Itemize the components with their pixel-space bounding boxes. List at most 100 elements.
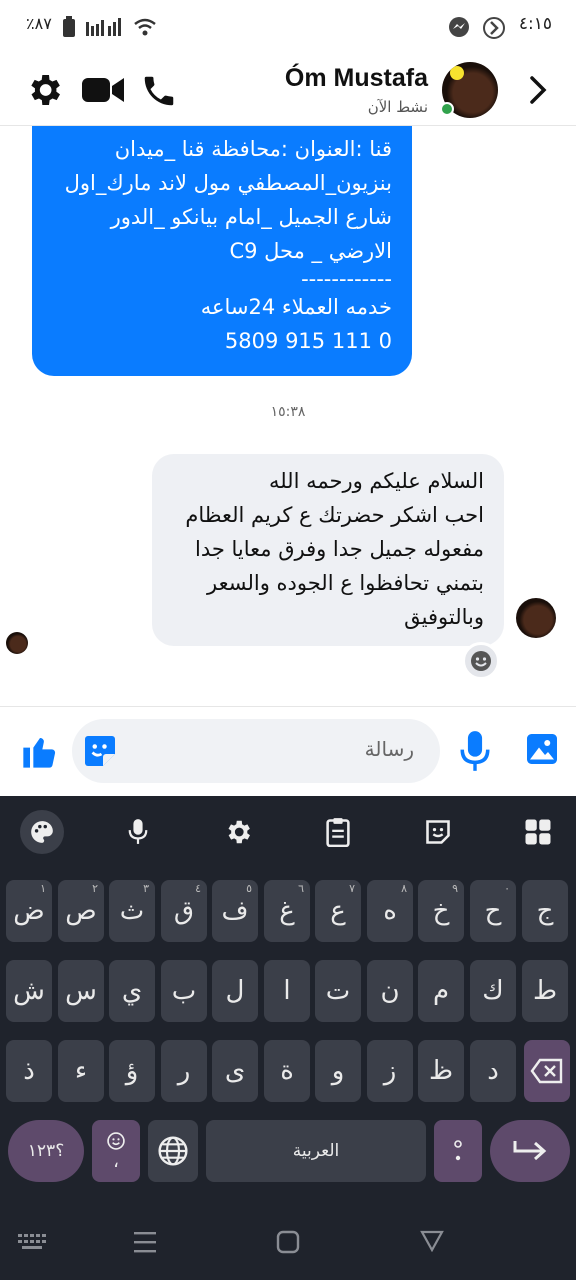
sticker-emoji-icon[interactable] xyxy=(416,810,460,854)
home-icon[interactable] xyxy=(276,1230,300,1254)
key[interactable]: ش xyxy=(6,960,52,1022)
space-bar[interactable]: العربية xyxy=(206,1120,426,1182)
key[interactable]: ٩خ xyxy=(418,880,464,942)
message-line: 0 111 915 5809 xyxy=(224,329,392,353)
received-message-bubble[interactable]: السلام عليكم ورحمه الله احب اشكر حضرتك ع… xyxy=(152,454,504,646)
keyboard-toolbar xyxy=(0,796,576,868)
message-line: خدمه العملاء 24ساعه xyxy=(200,295,392,319)
phone-call-icon[interactable] xyxy=(140,72,178,110)
emoji-comma-key[interactable]: ، xyxy=(92,1120,140,1182)
colon-period-icon xyxy=(454,1140,462,1161)
keyboard-settings-icon[interactable] xyxy=(216,810,260,854)
key[interactable]: ة xyxy=(264,1040,310,1102)
clock: ٤:١٥ xyxy=(518,14,552,34)
backspace-key[interactable] xyxy=(524,1040,570,1102)
symbols-key[interactable]: ؟١٢٣ xyxy=(8,1120,84,1182)
settings-gear-icon[interactable] xyxy=(24,70,64,110)
key[interactable]: ر xyxy=(161,1040,207,1102)
sync-icon xyxy=(483,17,505,39)
key[interactable]: ١ض xyxy=(6,880,52,942)
online-indicator xyxy=(440,102,454,116)
smiley-icon xyxy=(471,651,491,671)
key[interactable]: ن xyxy=(367,960,413,1022)
emoji-icon xyxy=(107,1131,125,1150)
message-line: شارع الجميل _امام بيانكو _الدور xyxy=(110,205,392,229)
key[interactable]: و xyxy=(315,1040,361,1102)
voice-input-icon[interactable] xyxy=(116,810,160,854)
key[interactable]: ا xyxy=(264,960,310,1022)
key[interactable]: م xyxy=(418,960,464,1022)
key[interactable]: ج xyxy=(522,880,568,942)
message-line: احب اشكر حضرتك ع كريم العظام xyxy=(185,503,484,527)
clipboard-icon[interactable] xyxy=(316,810,360,854)
gallery-image-icon[interactable] xyxy=(524,731,560,767)
messenger-notification-icon xyxy=(449,17,469,37)
key[interactable]: ء xyxy=(58,1040,104,1102)
key[interactable]: س xyxy=(58,960,104,1022)
apps-grid-icon[interactable] xyxy=(516,810,560,854)
message-composer: رسالة xyxy=(0,706,576,796)
backspace-icon xyxy=(530,1058,563,1084)
message-placeholder: رسالة xyxy=(364,737,414,761)
like-thumbs-up-icon[interactable] xyxy=(20,731,60,771)
key[interactable]: د xyxy=(470,1040,516,1102)
key[interactable]: ٦غ xyxy=(264,880,310,942)
key[interactable]: ٤ق xyxy=(161,880,207,942)
message-line: بنزيون_المصطفي مول لاند مارك_اول xyxy=(64,171,392,195)
message-line: وبالتوفيق xyxy=(404,605,484,629)
message-timestamp: ١٥:٣٨ xyxy=(270,404,306,420)
battery-level: ٪٨٧ xyxy=(26,14,52,33)
active-status: نشط الآن xyxy=(367,98,428,116)
soft-keyboard: ج ٠ح ٩خ ٨ه ٧ع ٦غ ٥ف ٤ق ٣ث ٢ص ١ض ط ك م ن … xyxy=(0,796,576,1280)
recent-apps-icon[interactable] xyxy=(134,1230,156,1254)
language-switch-key[interactable] xyxy=(148,1120,198,1182)
key[interactable]: ك xyxy=(470,960,516,1022)
conversation-header: Óm Mustafa نشط الآن xyxy=(0,56,576,126)
message-line: قنا :العنوان :محافظة قنا _ميدان xyxy=(114,137,392,161)
microphone-icon[interactable] xyxy=(458,729,492,773)
seen-receipt-avatar xyxy=(6,632,28,654)
key[interactable]: ٥ف xyxy=(212,880,258,942)
key[interactable]: ٢ص xyxy=(58,880,104,942)
video-call-icon[interactable] xyxy=(82,74,124,106)
back-icon[interactable] xyxy=(420,1230,444,1252)
enter-arrow-icon xyxy=(513,1141,547,1161)
battery-icon xyxy=(63,16,75,37)
sticker-icon[interactable] xyxy=(82,733,118,769)
contact-name[interactable]: Óm Mustafa xyxy=(285,64,428,93)
message-line: بتمني تحافظوا ع الجوده والسعر xyxy=(207,571,484,595)
add-reaction-button[interactable] xyxy=(462,642,500,680)
globe-icon xyxy=(158,1136,188,1166)
chevron-right-icon[interactable] xyxy=(526,74,550,106)
key[interactable]: ط xyxy=(522,960,568,1022)
message-line: ------------ xyxy=(301,267,392,291)
key[interactable]: ظ xyxy=(418,1040,464,1102)
message-line: مفعوله جميل جدا وفرق معايا جدا xyxy=(194,537,484,561)
key[interactable]: ٣ث xyxy=(109,880,155,942)
key[interactable]: ؤ xyxy=(109,1040,155,1102)
key[interactable]: ٠ح xyxy=(470,880,516,942)
sender-avatar[interactable] xyxy=(516,598,556,638)
wifi-icon xyxy=(134,18,156,36)
keyboard-hide-icon[interactable] xyxy=(18,1234,46,1254)
message-line: الارضي _ محل C9 xyxy=(229,239,392,263)
system-navigation-bar xyxy=(0,1220,576,1280)
message-line: السلام عليكم ورحمه الله xyxy=(268,469,484,493)
message-input[interactable]: رسالة xyxy=(72,719,440,783)
key[interactable]: ل xyxy=(212,960,258,1022)
key[interactable]: ى xyxy=(212,1040,258,1102)
key[interactable]: ٨ه xyxy=(367,880,413,942)
key[interactable]: ذ xyxy=(6,1040,52,1102)
key[interactable]: ز xyxy=(367,1040,413,1102)
punctuation-key[interactable] xyxy=(434,1120,482,1182)
enter-key[interactable] xyxy=(490,1120,570,1182)
theme-palette-icon[interactable] xyxy=(20,810,64,854)
key[interactable]: ٧ع xyxy=(315,880,361,942)
key[interactable]: ب xyxy=(161,960,207,1022)
status-bar: ٪٨٧ ٤:١٥ xyxy=(0,0,576,56)
sent-message-bubble[interactable]: قنا :العنوان :محافظة قنا _ميدان بنزيون_ا… xyxy=(32,126,412,376)
key[interactable]: ت xyxy=(315,960,361,1022)
key[interactable]: ي xyxy=(109,960,155,1022)
message-list[interactable]: قنا :العنوان :محافظة قنا _ميدان بنزيون_ا… xyxy=(0,126,576,706)
signal-icon xyxy=(86,18,121,36)
